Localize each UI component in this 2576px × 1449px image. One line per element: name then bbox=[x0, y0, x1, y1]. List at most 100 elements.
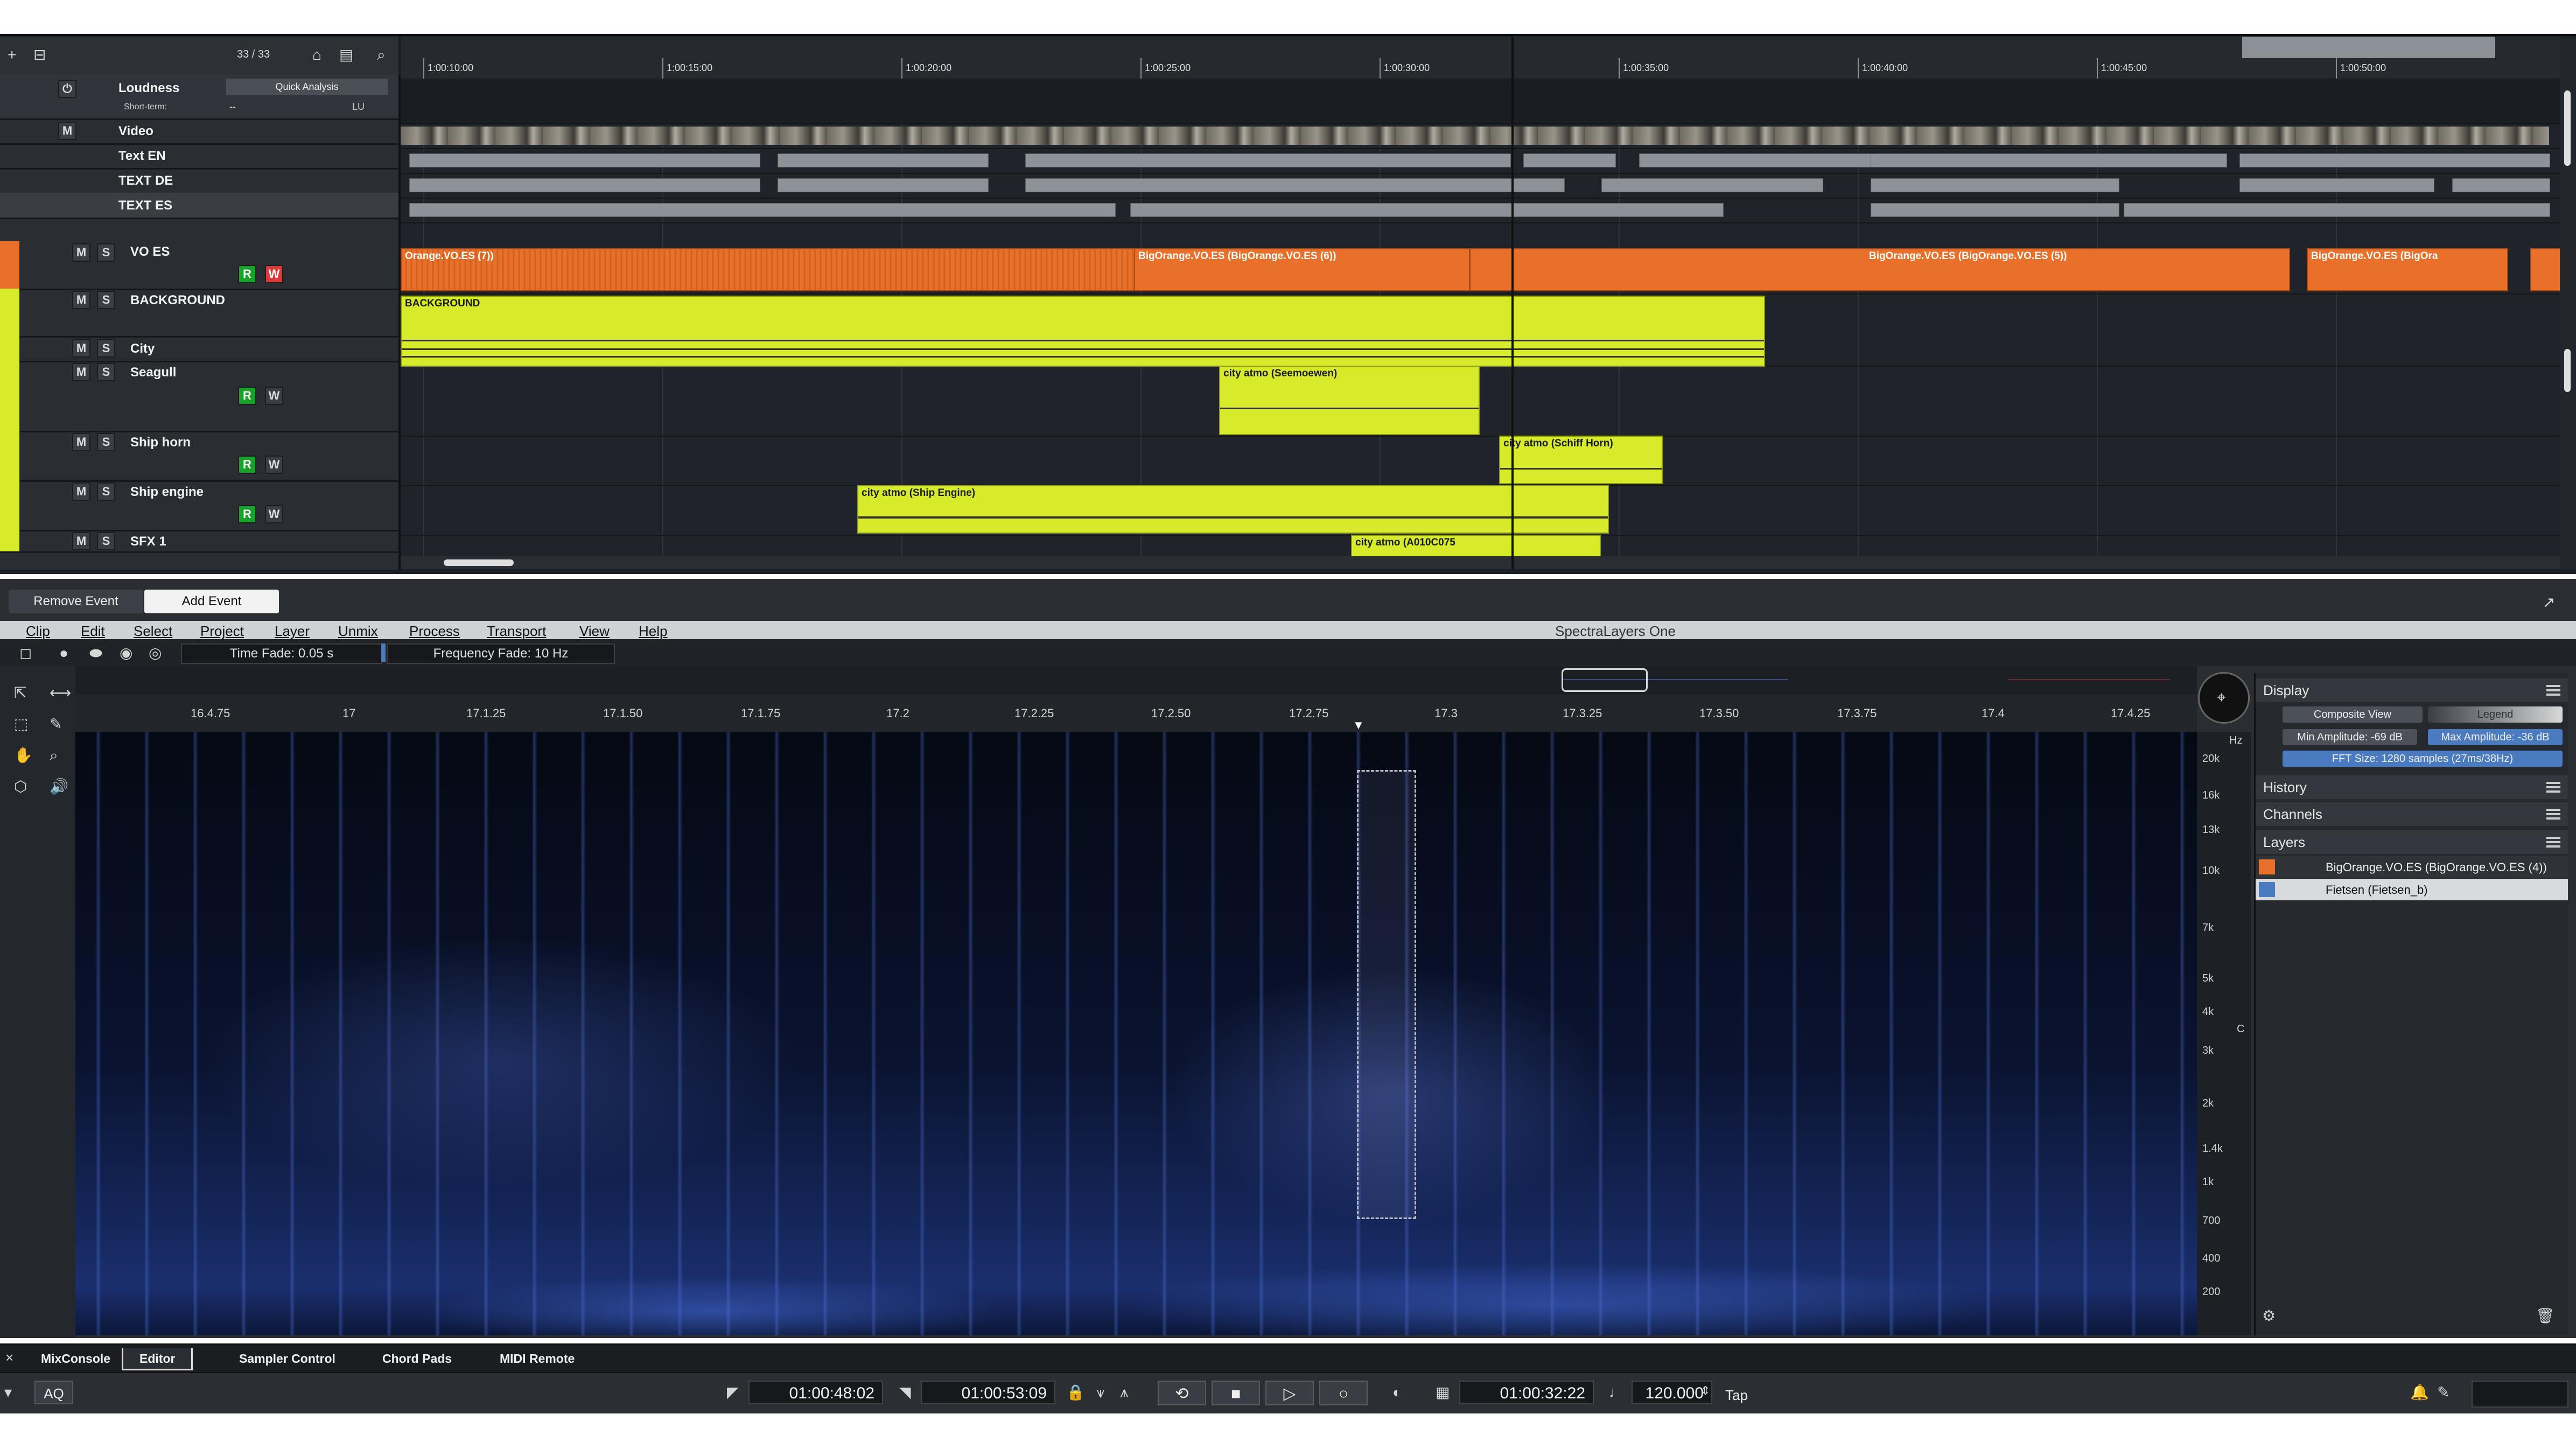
read-button[interactable]: R bbox=[238, 505, 256, 523]
track-text-en[interactable]: Text EN bbox=[0, 143, 398, 170]
write-button[interactable]: W bbox=[265, 265, 283, 283]
left-locator-icon[interactable]: ◤ bbox=[727, 1385, 739, 1400]
right-locator-display[interactable]: 01:00:53:09 bbox=[921, 1381, 1055, 1404]
playhead-marker-icon[interactable]: ▼ bbox=[1353, 718, 1364, 732]
add-track-icon[interactable]: + bbox=[8, 47, 16, 62]
audio-event[interactable]: BigOrange.VO.ES (BigOrange.VO.ES (6)) bbox=[1134, 248, 1470, 291]
history-panel-header[interactable]: History bbox=[2256, 775, 2568, 799]
expand-icon[interactable]: ↗ bbox=[2543, 595, 2555, 610]
audio-event[interactable]: BigOrange.VO.ES (BigOra bbox=[2307, 248, 2508, 291]
read-button[interactable]: R bbox=[238, 387, 256, 405]
play-button[interactable]: ▷ bbox=[1265, 1381, 1314, 1405]
colormap-selector[interactable]: Legend bbox=[2428, 706, 2563, 723]
track-city[interactable]: M S City bbox=[0, 336, 398, 362]
frequency-fade-field[interactable]: Frequency Fade: 10 Hz bbox=[387, 643, 615, 664]
mute-button[interactable]: M bbox=[72, 243, 90, 262]
audio-event[interactable]: city atmo (Schiff Horn) bbox=[1499, 436, 1663, 484]
menu-icon[interactable] bbox=[2546, 782, 2560, 784]
aq-button[interactable]: AQ bbox=[34, 1381, 73, 1404]
settings-icon[interactable]: ⚙ bbox=[2262, 1308, 2276, 1324]
composite-view-button[interactable]: Composite View bbox=[2283, 706, 2423, 723]
solo-button[interactable]: S bbox=[97, 243, 115, 262]
marker-field[interactable] bbox=[2472, 1381, 2568, 1408]
remove-event-button[interactable]: Remove Event bbox=[9, 590, 143, 613]
track-sfx-1[interactable]: M S SFX 1 bbox=[0, 530, 398, 553]
layers-panel-header[interactable]: Layers bbox=[2256, 830, 2568, 854]
folder-event[interactable]: BACKGROUND bbox=[401, 296, 1765, 367]
menu-icon[interactable] bbox=[2546, 685, 2560, 687]
menu-unmix[interactable]: Unmix bbox=[338, 623, 378, 640]
position-display[interactable]: 01:00:32:22 bbox=[1459, 1381, 1594, 1404]
search-icon[interactable]: ⌕ bbox=[377, 47, 386, 62]
scroll-thumb[interactable] bbox=[444, 559, 514, 566]
punch-in-icon[interactable]: ⩛ bbox=[1096, 1385, 1105, 1400]
cycle-button[interactable]: ⟲ bbox=[1158, 1381, 1206, 1405]
menu-layer[interactable]: Layer bbox=[275, 623, 310, 640]
mute-button[interactable]: M bbox=[72, 291, 90, 309]
power-icon[interactable]: ⏻ bbox=[58, 80, 76, 98]
range-icon[interactable]: ⟷ bbox=[50, 685, 71, 701]
timeline-ruler[interactable]: 1:00:10:00 1:00:15:00 1:00:20:00 1:00:25… bbox=[401, 37, 2560, 80]
mute-button[interactable]: M bbox=[72, 363, 90, 381]
menu-icon[interactable] bbox=[2546, 837, 2560, 839]
ring-icon[interactable]: ◎ bbox=[149, 646, 162, 661]
track-text-es[interactable]: TEXT ES bbox=[0, 193, 398, 219]
display-panel-header[interactable]: Display bbox=[2256, 678, 2568, 702]
solo-button[interactable]: S bbox=[97, 433, 115, 451]
solo-button[interactable]: S bbox=[97, 291, 115, 309]
menu-process[interactable]: Process bbox=[409, 623, 460, 640]
record-button[interactable]: ○ bbox=[1319, 1381, 1368, 1405]
scroll-thumb[interactable] bbox=[2564, 349, 2571, 392]
cycle-region[interactable] bbox=[2242, 37, 2495, 58]
audio-event[interactable]: city atmo (Seemoewen) bbox=[1219, 366, 1480, 435]
menu-help[interactable]: Help bbox=[639, 623, 667, 640]
trash-icon[interactable]: 🗑 bbox=[2536, 1308, 2555, 1324]
read-button[interactable]: R bbox=[238, 265, 256, 283]
menu-view[interactable]: View bbox=[579, 623, 610, 640]
stop-button[interactable]: ■ bbox=[1212, 1381, 1260, 1405]
bell-icon[interactable]: 🔔 bbox=[2410, 1385, 2429, 1400]
solo-button[interactable]: S bbox=[97, 532, 115, 550]
video-thumbnails[interactable] bbox=[401, 127, 2549, 145]
metronome-icon[interactable]: ♩ bbox=[1609, 1385, 1624, 1400]
rect-select-icon[interactable]: ⬚ bbox=[14, 717, 28, 732]
time-fade-field[interactable]: Time Fade: 0.05 s bbox=[181, 643, 382, 664]
track-text-de[interactable]: TEXT DE bbox=[0, 168, 398, 194]
channels-panel-header[interactable]: Channels bbox=[2256, 802, 2568, 826]
right-locator-icon[interactable]: ◥ bbox=[899, 1385, 911, 1400]
audio-event[interactable] bbox=[2530, 248, 2562, 291]
list-icon[interactable]: ▤ bbox=[339, 47, 353, 62]
track-seagull[interactable]: M S Seagull R W bbox=[0, 361, 398, 432]
lock-icon[interactable]: 🔒 bbox=[1066, 1385, 1085, 1400]
overview-strip[interactable] bbox=[75, 666, 2197, 695]
write-button[interactable]: W bbox=[265, 456, 283, 474]
cube-icon[interactable]: ⬡ bbox=[14, 779, 27, 794]
horizontal-scrollbar[interactable] bbox=[401, 556, 2560, 569]
track-vo-es[interactable]: M S VO ES R W bbox=[0, 241, 398, 290]
quick-analysis-button[interactable]: Quick Analysis bbox=[226, 79, 388, 95]
solo-button[interactable]: S bbox=[97, 482, 115, 501]
track-ship-engine[interactable]: M S Ship engine R W bbox=[0, 480, 398, 531]
tab-mixconsole[interactable]: MixConsole bbox=[41, 1348, 110, 1369]
menu-select[interactable]: Select bbox=[134, 623, 172, 640]
speaker-icon[interactable]: 🔊 bbox=[50, 779, 68, 794]
max-amplitude-slider[interactable]: Max Amplitude: -36 dB bbox=[2428, 729, 2563, 745]
solo-button[interactable]: S bbox=[97, 339, 115, 358]
hand-icon[interactable]: ✋ bbox=[14, 748, 33, 763]
menu-icon[interactable] bbox=[2546, 809, 2560, 811]
tab-editor[interactable]: Editor bbox=[122, 1348, 193, 1370]
overview-viewport[interactable] bbox=[1562, 668, 1648, 692]
sync-icon[interactable]: ◐ bbox=[1392, 1385, 1402, 1400]
tab-sampler-control[interactable]: Sampler Control bbox=[239, 1348, 335, 1369]
stepper-icon[interactable]: ⇕ bbox=[1700, 1385, 1710, 1397]
audio-event[interactable]: city atmo (Ship Engine) bbox=[857, 485, 1609, 534]
calendar-icon[interactable]: ▦ bbox=[1436, 1385, 1450, 1400]
left-locator-display[interactable]: 01:00:48:02 bbox=[748, 1381, 883, 1404]
close-icon[interactable]: × bbox=[5, 1350, 13, 1364]
project-cursor[interactable] bbox=[1511, 37, 1514, 570]
vertical-scrollbar[interactable] bbox=[2560, 37, 2576, 570]
mute-button[interactable]: M bbox=[72, 532, 90, 550]
chevron-down-icon[interactable]: ▾ bbox=[4, 1385, 12, 1400]
folder-icon[interactable]: ⊟ bbox=[33, 47, 46, 62]
brush-icon[interactable]: ● bbox=[59, 646, 68, 661]
